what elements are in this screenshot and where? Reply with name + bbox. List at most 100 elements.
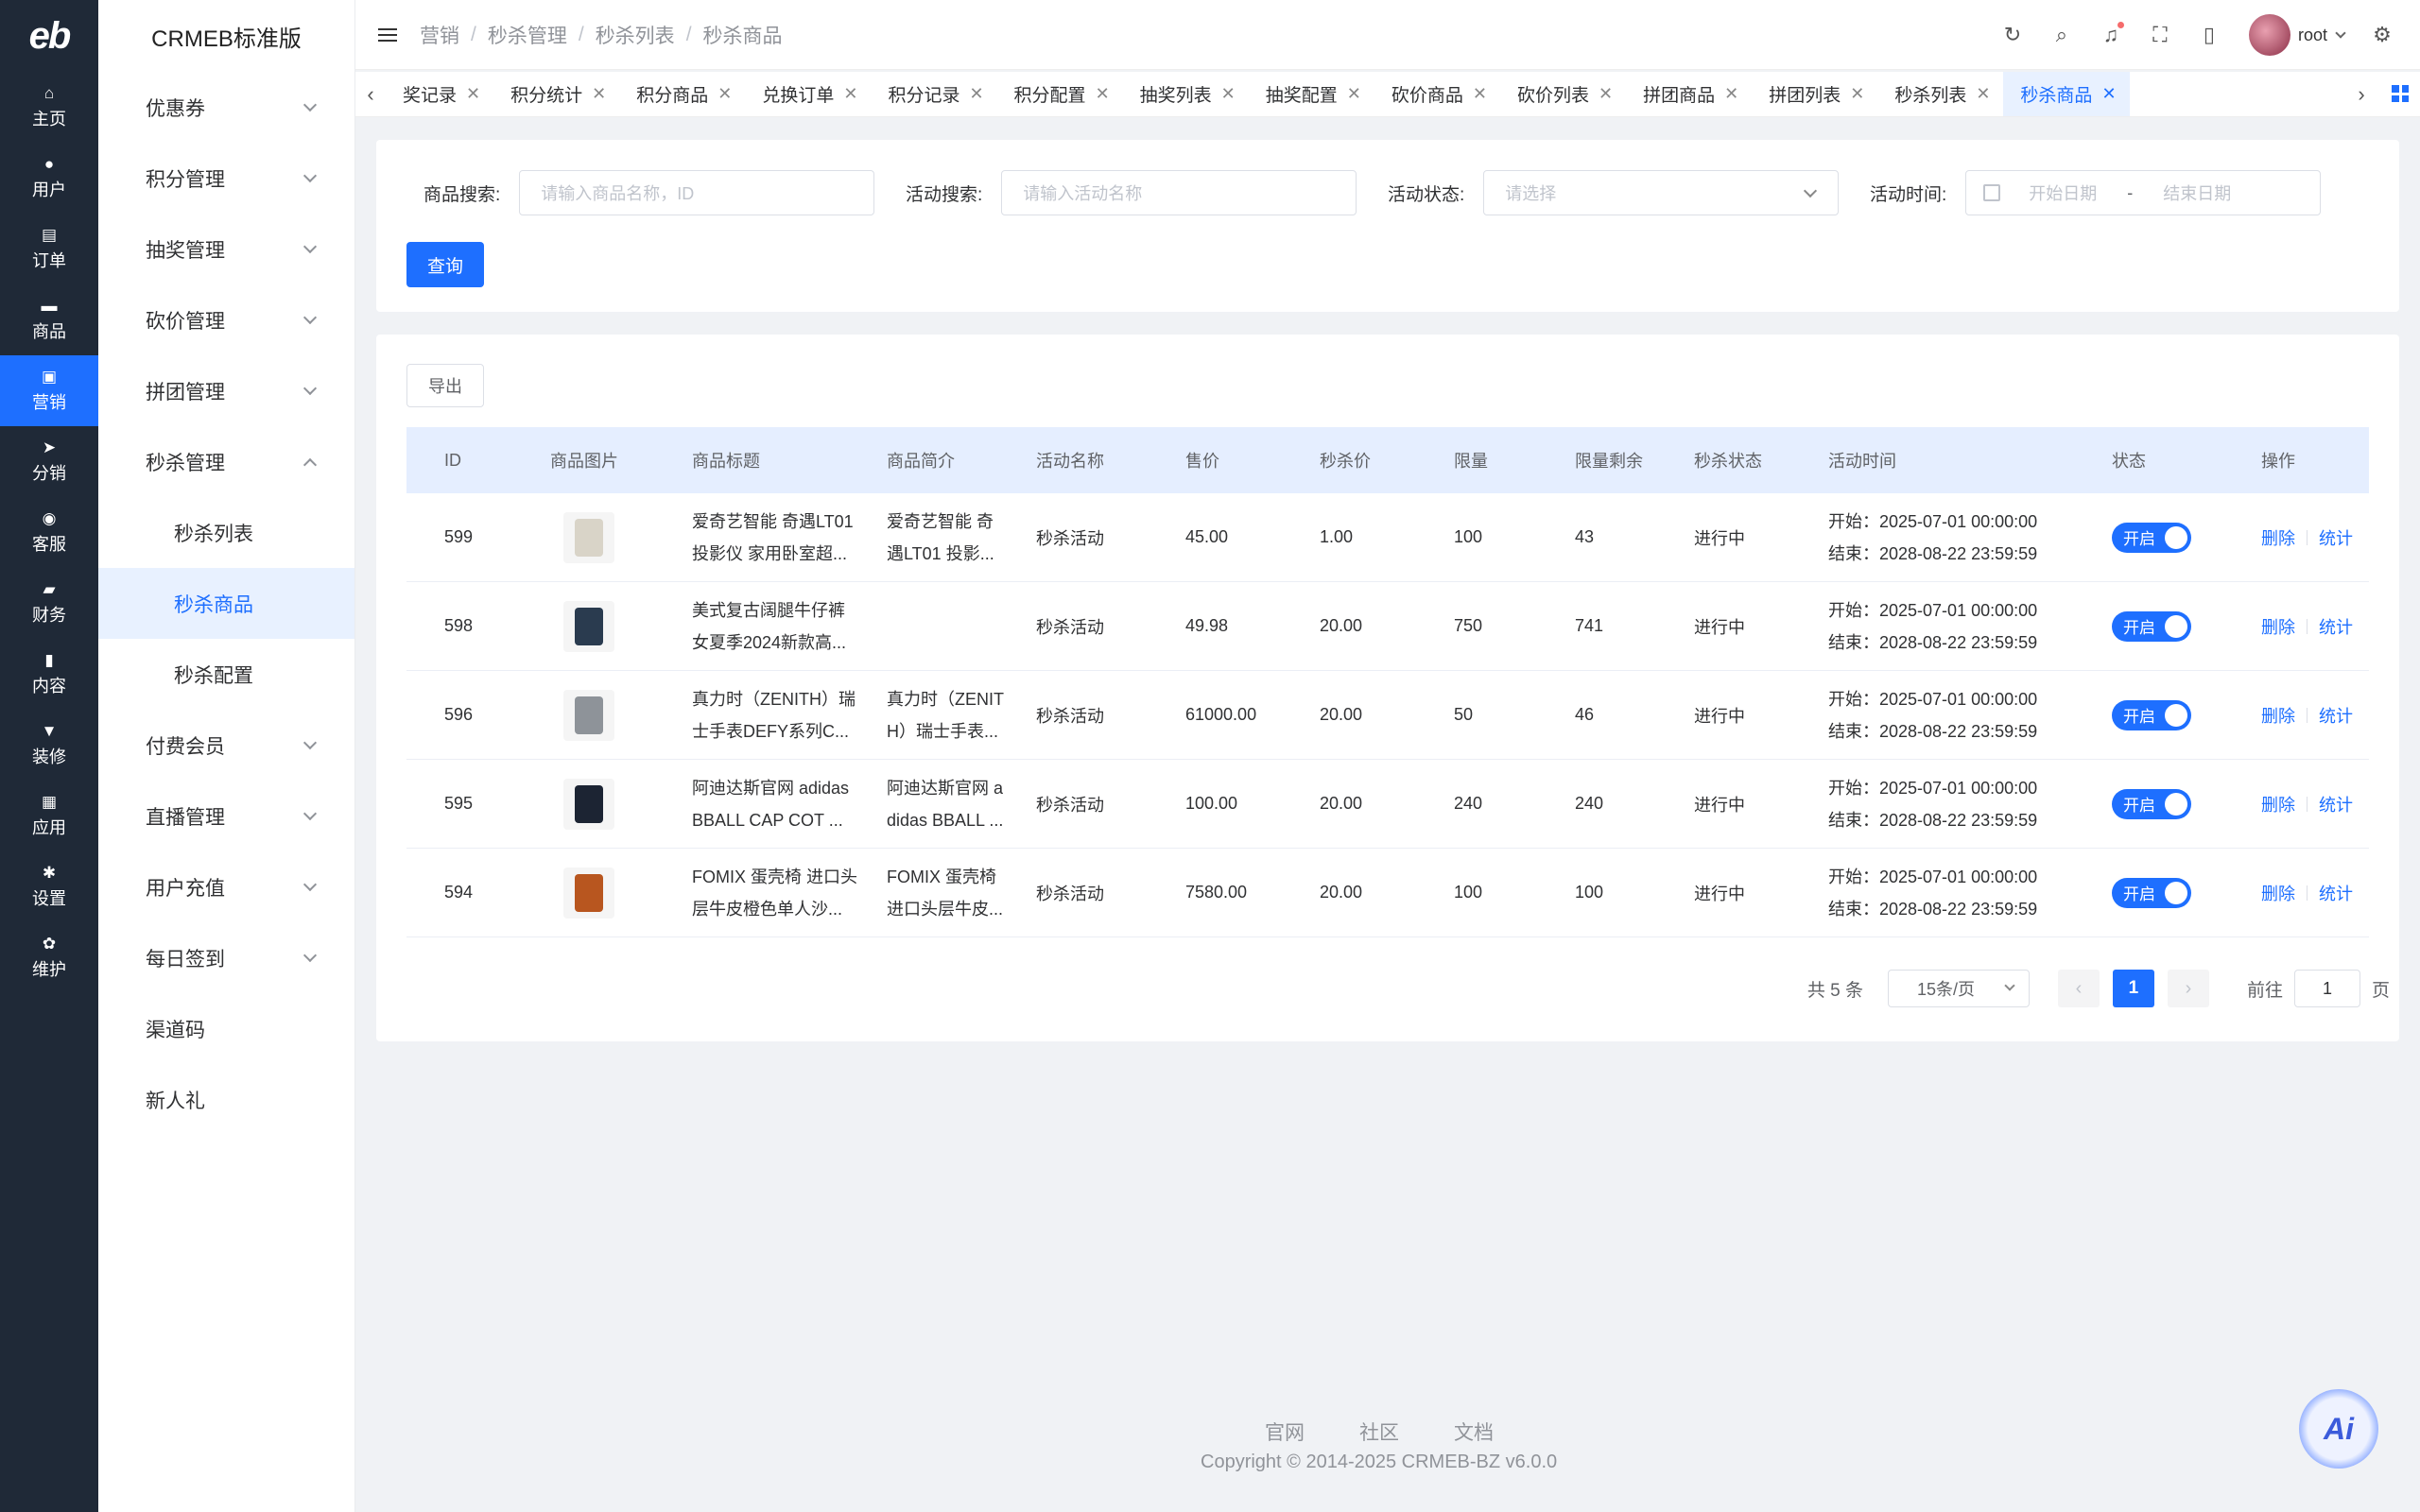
product-thumbnail[interactable] xyxy=(563,778,614,830)
page-size-select[interactable]: 15条/页 xyxy=(1887,970,2030,1007)
rail-item-finance[interactable]: ▰ 财务 xyxy=(0,568,98,639)
close-icon[interactable]: ✕ xyxy=(1724,84,1738,104)
submenu-live[interactable]: 直播管理 xyxy=(98,781,354,851)
activity-search-input[interactable]: 请输入活动名称 xyxy=(1001,170,1357,215)
submenu-newcomer-gift[interactable]: 新人礼 xyxy=(98,1064,354,1135)
footer-link-docs[interactable]: 文档 xyxy=(1454,1418,1494,1446)
stats-link[interactable]: 统计 xyxy=(2319,614,2353,639)
product-thumbnail[interactable] xyxy=(563,689,614,741)
tab-item[interactable]: 抽奖配置 ✕ xyxy=(1249,72,1374,116)
next-page-button[interactable]: › xyxy=(2167,970,2209,1007)
close-icon[interactable]: ✕ xyxy=(1976,84,1990,104)
submenu-points[interactable]: 积分管理 xyxy=(98,143,354,214)
submenu-paid-member[interactable]: 付费会员 xyxy=(98,710,354,781)
close-icon[interactable]: ✕ xyxy=(969,84,983,104)
mobile-icon[interactable]: ▯ xyxy=(2198,23,2221,46)
submenu-seckill-config[interactable]: 秒杀配置 xyxy=(98,639,354,710)
status-toggle[interactable]: 开启 xyxy=(2112,699,2191,730)
breadcrumb-item[interactable]: 秒杀管理 xyxy=(488,21,567,49)
close-icon[interactable]: ✕ xyxy=(1096,84,1110,104)
goto-page-input[interactable]: 1 xyxy=(2293,970,2360,1007)
query-button[interactable]: 查询 xyxy=(406,242,484,287)
close-icon[interactable]: ✕ xyxy=(466,84,480,104)
stats-link[interactable]: 统计 xyxy=(2319,525,2353,550)
close-icon[interactable]: ✕ xyxy=(592,84,606,104)
product-thumbnail[interactable] xyxy=(563,867,614,919)
app-logo[interactable]: eb xyxy=(0,0,98,72)
footer-link-community[interactable]: 社区 xyxy=(1359,1418,1399,1446)
tab-item[interactable]: 积分统计 ✕ xyxy=(493,72,619,116)
fullscreen-icon[interactable]: ⛶ xyxy=(2149,23,2171,46)
close-icon[interactable]: ✕ xyxy=(1599,84,1613,104)
search-icon[interactable]: ⌕ xyxy=(2050,23,2073,46)
product-search-input[interactable]: 请输入商品名称，ID xyxy=(519,170,875,215)
prev-page-button[interactable]: ‹ xyxy=(2057,970,2100,1007)
product-thumbnail[interactable] xyxy=(563,511,614,563)
delete-link[interactable]: 删除 xyxy=(2261,525,2295,550)
submenu-coupon[interactable]: 优惠券 xyxy=(98,72,354,143)
close-icon[interactable]: ✕ xyxy=(1347,84,1361,104)
username[interactable]: root xyxy=(2298,26,2327,45)
close-icon[interactable]: ✕ xyxy=(843,84,857,104)
submenu-seckill[interactable]: 秒杀管理 xyxy=(98,426,354,497)
end-date[interactable]: 结束日期 xyxy=(2163,180,2231,205)
page-number-current[interactable]: 1 xyxy=(2112,970,2154,1007)
close-icon[interactable]: ✕ xyxy=(1850,84,1864,104)
tab-item[interactable]: 拼团列表 ✕ xyxy=(1752,72,1877,116)
rail-item-apps[interactable]: ▦ 应用 xyxy=(0,781,98,851)
bell-icon[interactable]: ♫ xyxy=(2100,22,2124,46)
tab-item[interactable]: 奖记录 ✕ xyxy=(386,72,493,116)
rail-item-service[interactable]: ◉ 客服 xyxy=(0,497,98,568)
rail-item-marketing[interactable]: ▣ 营销 xyxy=(0,355,98,426)
rail-item-order[interactable]: ▤ 订单 xyxy=(0,214,98,284)
rail-item-settings[interactable]: ✱ 设置 xyxy=(0,851,98,922)
close-icon[interactable]: ✕ xyxy=(1473,84,1487,104)
rail-item-product[interactable]: ▬ 商品 xyxy=(0,284,98,355)
tab-item[interactable]: 抽奖列表 ✕ xyxy=(1123,72,1249,116)
delete-link[interactable]: 删除 xyxy=(2261,703,2295,728)
submenu-seckill-products[interactable]: 秒杀商品 xyxy=(98,568,354,639)
delete-link[interactable]: 删除 xyxy=(2261,614,2295,639)
gear-icon[interactable]: ⚙ xyxy=(2371,23,2394,46)
chevron-left-icon[interactable]: ‹ xyxy=(355,72,386,116)
product-thumbnail[interactable] xyxy=(563,600,614,652)
tab-item[interactable]: 积分记录 ✕ xyxy=(871,72,996,116)
date-range-picker[interactable]: 开始日期 - 结束日期 xyxy=(1965,170,2322,215)
submenu-group[interactable]: 拼团管理 xyxy=(98,355,354,426)
status-toggle[interactable]: 开启 xyxy=(2112,522,2191,553)
start-date[interactable]: 开始日期 xyxy=(2029,180,2097,205)
rail-item-home[interactable]: ⌂ 主页 xyxy=(0,72,98,143)
close-icon[interactable]: ✕ xyxy=(2101,84,2116,104)
status-toggle[interactable]: 开启 xyxy=(2112,788,2191,819)
rail-item-user[interactable]: ● 用户 xyxy=(0,143,98,214)
tab-item[interactable]: 砍价商品 ✕ xyxy=(1374,72,1500,116)
submenu-recharge[interactable]: 用户充值 xyxy=(98,851,354,922)
delete-link[interactable]: 删除 xyxy=(2261,792,2295,816)
chevron-right-icon[interactable]: › xyxy=(2346,72,2377,116)
activity-status-select[interactable]: 请选择 xyxy=(1483,170,1840,215)
breadcrumb-item[interactable]: 营销 xyxy=(420,21,459,49)
rail-item-decoration[interactable]: ▼ 装修 xyxy=(0,710,98,781)
export-button[interactable]: 导出 xyxy=(406,364,484,407)
tab-item[interactable]: 积分商品 ✕ xyxy=(619,72,745,116)
submenu-checkin[interactable]: 每日签到 xyxy=(98,922,354,993)
delete-link[interactable]: 删除 xyxy=(2261,881,2295,905)
footer-link-official[interactable]: 官网 xyxy=(1265,1418,1305,1446)
avatar[interactable] xyxy=(2248,14,2290,56)
submenu-lottery[interactable]: 抽奖管理 xyxy=(98,214,354,284)
tab-item-active[interactable]: 秒杀商品 ✕ xyxy=(2003,72,2130,116)
close-icon[interactable]: ✕ xyxy=(1221,84,1236,104)
stats-link[interactable]: 统计 xyxy=(2319,703,2353,728)
grid-menu-icon[interactable] xyxy=(2392,85,2409,102)
refresh-icon[interactable]: ↻ xyxy=(2001,23,2024,46)
status-toggle[interactable]: 开启 xyxy=(2112,877,2191,908)
tab-item[interactable]: 积分配置 ✕ xyxy=(997,72,1123,116)
rail-item-maintenance[interactable]: ✿ 维护 xyxy=(0,922,98,993)
chevron-down-icon[interactable] xyxy=(2335,27,2346,39)
tab-item[interactable]: 拼团商品 ✕ xyxy=(1626,72,1752,116)
menu-toggle-icon[interactable] xyxy=(378,25,397,45)
tab-item[interactable]: 砍价列表 ✕ xyxy=(1500,72,1626,116)
rail-item-distribution[interactable]: ➤ 分销 xyxy=(0,426,98,497)
ai-assistant-button[interactable]: Ai xyxy=(2299,1389,2378,1469)
submenu-seckill-list[interactable]: 秒杀列表 xyxy=(98,497,354,568)
